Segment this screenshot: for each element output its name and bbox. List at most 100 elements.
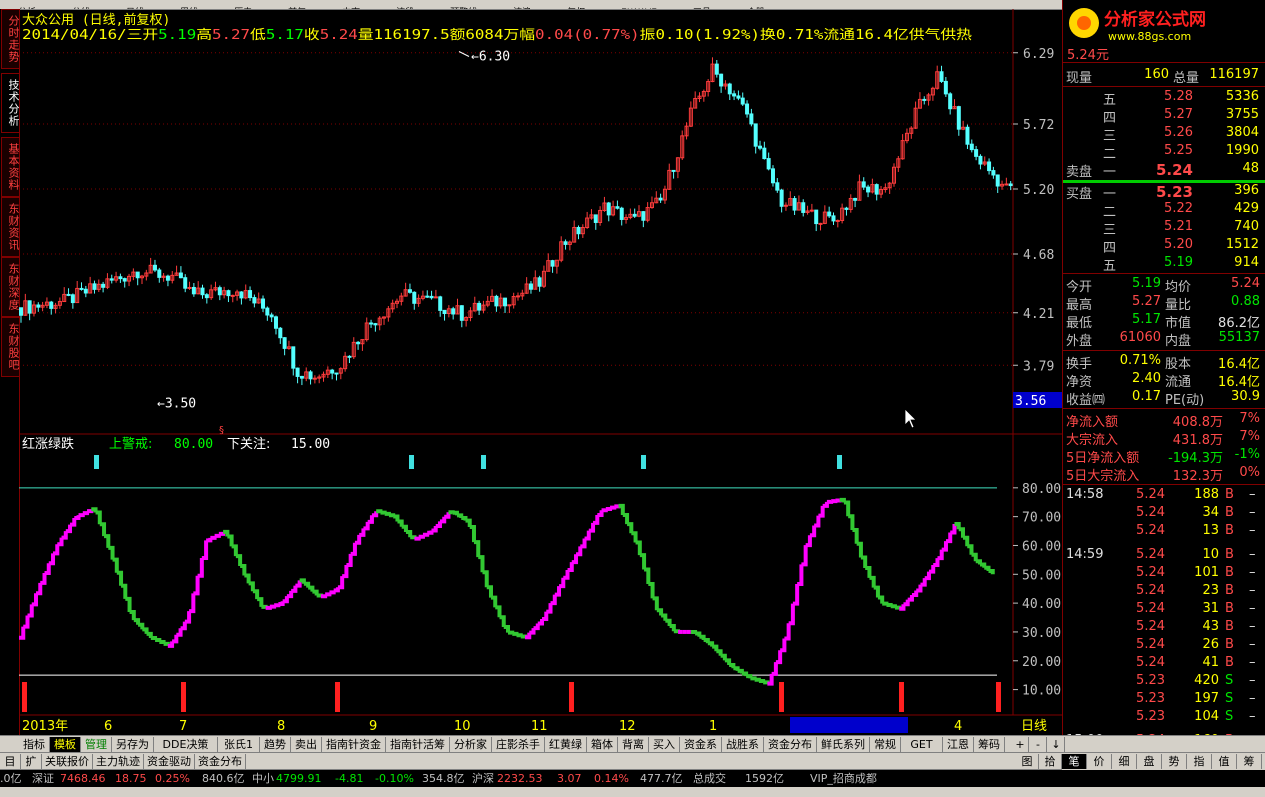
panel-row: 5.24 13 B – <box>1063 523 1265 541</box>
flow-percent: -1% <box>1234 447 1260 462</box>
formula-tab-6[interactable]: 趋势 <box>260 737 291 752</box>
indicator-step <box>427 530 434 535</box>
scroll-button-1[interactable]: - <box>1030 737 1047 752</box>
partial-price-text: 5.24元 <box>1067 48 1109 63</box>
left-tab-0[interactable]: 分时走势 <box>1 9 20 69</box>
date-axis-label: 7 <box>179 719 187 734</box>
tick-time: 14:58 <box>1066 487 1104 502</box>
formula-tab-9[interactable]: 指南针活筹 <box>386 737 450 752</box>
formula-tab-10[interactable]: 分析家 <box>450 737 492 752</box>
formula-tab-2[interactable]: 管理 <box>81 737 112 752</box>
formula-tab-8[interactable]: 指南针资金 <box>322 737 386 752</box>
quote-tab-4[interactable]: 势 <box>1162 754 1187 769</box>
left-tab-4[interactable]: 东财深度 <box>1 257 20 317</box>
left-tab-1[interactable]: 技术分析 <box>1 73 20 133</box>
formula-tab-12[interactable]: 红黄绿 <box>545 737 587 752</box>
tick-price: 5.24 <box>1136 601 1165 616</box>
quote-tab-6[interactable]: 值 <box>1212 754 1237 769</box>
indicator-step <box>784 623 791 641</box>
indicator-step <box>801 545 808 567</box>
indicator-step <box>350 542 357 556</box>
candle-body <box>978 155 983 165</box>
left-tab-3[interactable]: 东财资讯 <box>1 197 20 257</box>
sub-tab-4[interactable]: 资金驱动 <box>144 754 195 769</box>
candlestick-series[interactable] <box>19 57 1013 386</box>
indicator-step <box>605 506 613 511</box>
buy-level: 二 <box>1103 205 1117 220</box>
sub-tab-0[interactable]: 目 <box>0 754 21 769</box>
status-field: 0.14% <box>594 772 629 785</box>
stat-value: 0.17 <box>1132 389 1161 404</box>
status-field: 0.25% <box>155 772 190 785</box>
formula-tab-3[interactable]: 另存为 <box>112 737 154 752</box>
formula-tab-13[interactable]: 箱体 <box>587 737 618 752</box>
bottom-signal-bar <box>22 682 27 712</box>
candle-body <box>775 182 780 191</box>
indicator-step <box>31 593 39 607</box>
formula-tab-7[interactable]: 卖出 <box>291 737 322 752</box>
formula-tab-1[interactable]: 模板 <box>50 737 81 752</box>
quote-tab-5[interactable]: 指 <box>1187 754 1212 769</box>
stat-label: 最高 <box>1066 298 1093 313</box>
pick-button[interactable]: 拾 <box>1039 754 1062 769</box>
formula-tab-23[interactable]: 筹码 <box>974 737 1005 752</box>
quote-tab-1[interactable]: 价 <box>1087 754 1112 769</box>
formula-tab-11[interactable]: 庄影杀手 <box>492 737 545 752</box>
header-field: 0.10(1.92%) <box>655 28 760 43</box>
formula-tab-5[interactable]: 张氏1 <box>218 737 260 752</box>
stat-label: 内盘 <box>1165 334 1192 349</box>
indicator-step <box>363 521 370 531</box>
quote-tab-2[interactable]: 细 <box>1112 754 1137 769</box>
indicator-step <box>346 553 353 567</box>
left-tab-2[interactable]: 基本资料 <box>1 137 20 197</box>
indicator-step <box>448 510 455 515</box>
stat-label: PE(动) <box>1165 393 1205 408</box>
tick-volume: 34 <box>1202 505 1219 520</box>
indicator-step <box>410 535 417 540</box>
formula-tab-19[interactable]: 鲜氏系列 <box>817 737 870 752</box>
indicator-step <box>627 522 634 534</box>
scroll-button-0[interactable]: + <box>1012 737 1029 752</box>
sub-tab-2[interactable]: 关联报价 <box>42 754 93 769</box>
candle-body <box>844 207 849 210</box>
formula-tab-15[interactable]: 买入 <box>649 737 680 752</box>
formula-tab-20[interactable]: 常规 <box>870 737 901 752</box>
candle-body <box>334 372 339 375</box>
status-field: 477.7亿 <box>640 772 683 785</box>
indicator-step <box>979 562 987 568</box>
sell-volume: 48 <box>1242 161 1259 176</box>
candle-body <box>727 83 732 95</box>
formula-tab-14[interactable]: 背离 <box>618 737 649 752</box>
indicator-series[interactable] <box>19 455 1001 712</box>
tick-price: 5.24 <box>1136 547 1165 562</box>
sub-tab-3[interactable]: 主力轨迹 <box>93 754 144 769</box>
formula-tab-16[interactable]: 资金系 <box>680 737 722 752</box>
stat-label: 股本 <box>1165 357 1192 372</box>
period-label[interactable]: 日线 <box>1021 719 1047 734</box>
indicator-step <box>924 571 931 581</box>
formula-tab-21[interactable]: GET <box>901 737 943 752</box>
quote-tab-7[interactable]: 筹 <box>1237 754 1262 769</box>
indicator-step <box>843 500 851 517</box>
formula-tab-22[interactable]: 江恩 <box>943 737 974 752</box>
indicator-step <box>244 573 251 584</box>
formula-tab-0[interactable]: 指标 <box>19 737 50 752</box>
formula-tab-18[interactable]: 资金分布 <box>764 737 817 752</box>
candle-body <box>606 202 611 216</box>
quote-tab-0[interactable]: 笔 <box>1062 754 1087 769</box>
candle-body <box>632 213 637 217</box>
quote-tab-3[interactable]: 盘 <box>1137 754 1162 769</box>
candle-body <box>835 219 840 222</box>
formula-tab-17[interactable]: 战胜系 <box>722 737 764 752</box>
indicator-step <box>99 522 107 537</box>
market-status-bar: .0亿 深证 7468.46 18.75 0.25% 840.6亿 中小 4799.91 -4.… <box>0 769 1265 788</box>
indicator-step <box>53 544 60 556</box>
formula-tab-4[interactable]: DDE决策 <box>154 737 218 752</box>
sub-tab-1[interactable]: 扩 <box>21 754 42 769</box>
flow-percent: 7% <box>1239 411 1260 426</box>
view-button[interactable]: 图 <box>1016 754 1039 769</box>
chart-area[interactable]: 大众公用 (日线,前复权) 2014/04/16/三开 5.19 高 5.27 低 5.1… <box>19 9 1062 735</box>
scroll-button-2[interactable]: ↓ <box>1048 737 1065 752</box>
left-tab-5[interactable]: 东财股吧 <box>1 317 20 377</box>
sub-tab-5[interactable]: 资金分布 <box>195 754 246 769</box>
